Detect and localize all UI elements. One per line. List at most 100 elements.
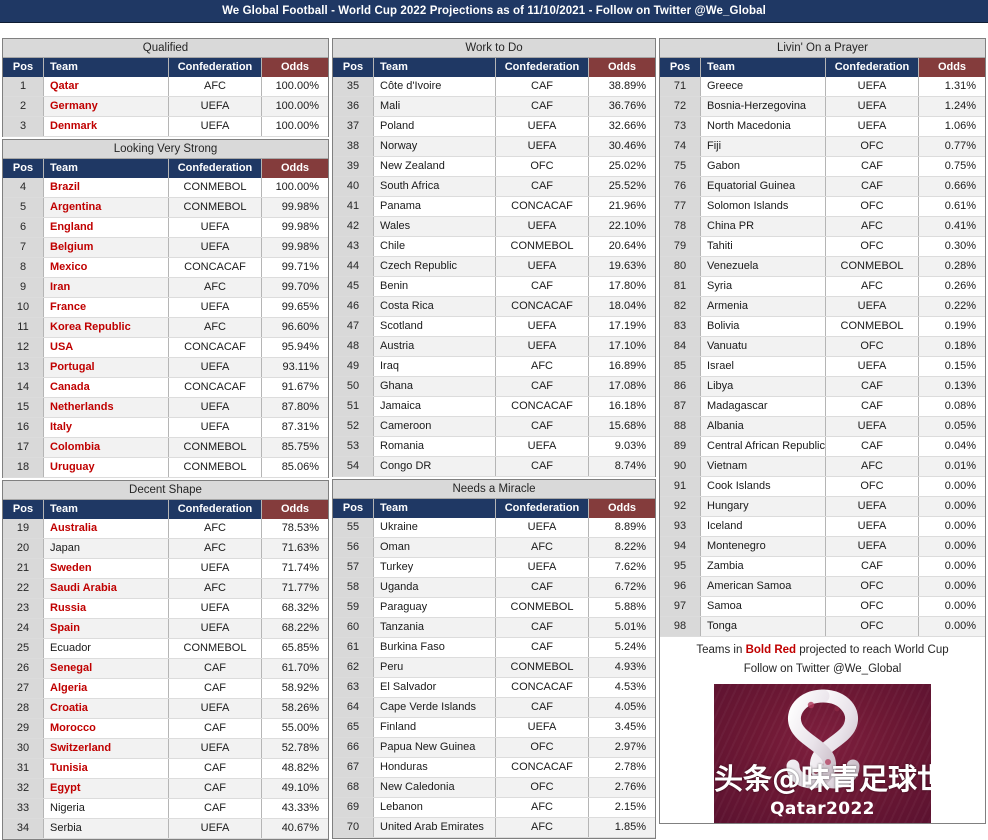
table-row[interactable]: 18 Uruguay CONMEBOL 85.06%	[3, 457, 328, 478]
table-row[interactable]: 29 Morocco CAF 55.00%	[3, 718, 328, 739]
table-row[interactable]: 91 Cook Islands OFC 0.00%	[660, 476, 985, 497]
col-header-pos[interactable]: Pos	[333, 499, 374, 518]
col-header-odds[interactable]: Odds	[261, 500, 328, 519]
table-row[interactable]: 31 Tunisia CAF 48.82%	[3, 758, 328, 779]
table-row[interactable]: 50 Ghana CAF 17.08%	[333, 376, 655, 397]
table-row[interactable]: 53 Romania UEFA 9.03%	[333, 436, 655, 457]
table-row[interactable]: 74 Fiji OFC 0.77%	[660, 136, 985, 157]
table-row[interactable]: 33 Nigeria CAF 43.33%	[3, 798, 328, 819]
table-row[interactable]: 75 Gabon CAF 0.75%	[660, 156, 985, 177]
table-row[interactable]: 22 Saudi Arabia AFC 71.77%	[3, 578, 328, 599]
table-row[interactable]: 63 El Salvador CONCACAF 4.53%	[333, 677, 655, 698]
table-row[interactable]: 79 Tahiti OFC 0.30%	[660, 236, 985, 257]
table-row[interactable]: 6 England UEFA 99.98%	[3, 217, 328, 238]
table-row[interactable]: 46 Costa Rica CONCACAF 18.04%	[333, 296, 655, 317]
col-header-pos[interactable]: Pos	[3, 159, 44, 178]
table-row[interactable]: 76 Equatorial Guinea CAF 0.66%	[660, 176, 985, 197]
table-row[interactable]: 68 New Caledonia OFC 2.76%	[333, 777, 655, 798]
table-row[interactable]: 95 Zambia CAF 0.00%	[660, 556, 985, 577]
table-row[interactable]: 35 Côte d'Ivoire CAF 38.89%	[333, 77, 655, 97]
table-row[interactable]: 32 Egypt CAF 49.10%	[3, 778, 328, 799]
col-header-odds[interactable]: Odds	[588, 58, 655, 77]
col-header-team[interactable]: Team	[700, 58, 826, 77]
col-header-pos[interactable]: Pos	[3, 58, 44, 77]
col-header-team[interactable]: Team	[43, 159, 169, 178]
col-header-team[interactable]: Team	[373, 58, 496, 77]
col-header-confederation[interactable]: Confederation	[495, 499, 589, 518]
table-row[interactable]: 83 Bolivia CONMEBOL 0.19%	[660, 316, 985, 337]
table-row[interactable]: 15 Netherlands UEFA 87.80%	[3, 397, 328, 418]
table-row[interactable]: 27 Algeria CAF 58.92%	[3, 678, 328, 699]
table-row[interactable]: 16 Italy UEFA 87.31%	[3, 417, 328, 438]
table-row[interactable]: 36 Mali CAF 36.76%	[333, 96, 655, 117]
table-row[interactable]: 73 North Macedonia UEFA 1.06%	[660, 116, 985, 137]
table-row[interactable]: 44 Czech Republic UEFA 19.63%	[333, 256, 655, 277]
col-header-team[interactable]: Team	[43, 500, 169, 519]
table-row[interactable]: 80 Venezuela CONMEBOL 0.28%	[660, 256, 985, 277]
table-row[interactable]: 85 Israel UEFA 0.15%	[660, 356, 985, 377]
col-header-confederation[interactable]: Confederation	[168, 500, 262, 519]
table-row[interactable]: 41 Panama CONCACAF 21.96%	[333, 196, 655, 217]
table-row[interactable]: 28 Croatia UEFA 58.26%	[3, 698, 328, 719]
table-row[interactable]: 88 Albania UEFA 0.05%	[660, 416, 985, 437]
table-row[interactable]: 48 Austria UEFA 17.10%	[333, 336, 655, 357]
col-header-confederation[interactable]: Confederation	[825, 58, 919, 77]
table-row[interactable]: 10 France UEFA 99.65%	[3, 297, 328, 318]
table-row[interactable]: 24 Spain UEFA 68.22%	[3, 618, 328, 639]
table-row[interactable]: 49 Iraq AFC 16.89%	[333, 356, 655, 377]
table-row[interactable]: 82 Armenia UEFA 0.22%	[660, 296, 985, 317]
col-header-odds[interactable]: Odds	[918, 58, 985, 77]
table-row[interactable]: 87 Madagascar CAF 0.08%	[660, 396, 985, 417]
table-row[interactable]: 77 Solomon Islands OFC 0.61%	[660, 196, 985, 217]
table-row[interactable]: 58 Uganda CAF 6.72%	[333, 577, 655, 598]
table-row[interactable]: 55 Ukraine UEFA 8.89%	[333, 518, 655, 538]
table-row[interactable]: 47 Scotland UEFA 17.19%	[333, 316, 655, 337]
table-row[interactable]: 61 Burkina Faso CAF 5.24%	[333, 637, 655, 658]
table-row[interactable]: 30 Switzerland UEFA 52.78%	[3, 738, 328, 759]
table-row[interactable]: 90 Vietnam AFC 0.01%	[660, 456, 985, 477]
table-row[interactable]: 4 Brazil CONMEBOL 100.00%	[3, 178, 328, 198]
table-row[interactable]: 26 Senegal CAF 61.70%	[3, 658, 328, 679]
table-row[interactable]: 21 Sweden UEFA 71.74%	[3, 558, 328, 579]
table-row[interactable]: 64 Cape Verde Islands CAF 4.05%	[333, 697, 655, 718]
table-row[interactable]: 13 Portugal UEFA 93.11%	[3, 357, 328, 378]
table-row[interactable]: 38 Norway UEFA 30.46%	[333, 136, 655, 157]
table-row[interactable]: 60 Tanzania CAF 5.01%	[333, 617, 655, 638]
table-row[interactable]: 17 Colombia CONMEBOL 85.75%	[3, 437, 328, 458]
col-header-team[interactable]: Team	[43, 58, 169, 77]
table-row[interactable]: 25 Ecuador CONMEBOL 65.85%	[3, 638, 328, 659]
table-row[interactable]: 2 Germany UEFA 100.00%	[3, 96, 328, 117]
table-row[interactable]: 71 Greece UEFA 1.31%	[660, 77, 985, 97]
col-header-team[interactable]: Team	[373, 499, 496, 518]
table-row[interactable]: 59 Paraguay CONMEBOL 5.88%	[333, 597, 655, 618]
table-row[interactable]: 89 Central African Republic CAF 0.04%	[660, 436, 985, 457]
col-header-pos[interactable]: Pos	[333, 58, 374, 77]
table-row[interactable]: 40 South Africa CAF 25.52%	[333, 176, 655, 197]
col-header-confederation[interactable]: Confederation	[168, 159, 262, 178]
col-header-confederation[interactable]: Confederation	[168, 58, 262, 77]
col-header-pos[interactable]: Pos	[660, 58, 701, 77]
table-row[interactable]: 81 Syria AFC 0.26%	[660, 276, 985, 297]
table-row[interactable]: 84 Vanuatu OFC 0.18%	[660, 336, 985, 357]
table-row[interactable]: 62 Peru CONMEBOL 4.93%	[333, 657, 655, 678]
table-row[interactable]: 42 Wales UEFA 22.10%	[333, 216, 655, 237]
table-row[interactable]: 52 Cameroon CAF 15.68%	[333, 416, 655, 437]
table-row[interactable]: 45 Benin CAF 17.80%	[333, 276, 655, 297]
table-row[interactable]: 14 Canada CONCACAF 91.67%	[3, 377, 328, 398]
table-row[interactable]: 66 Papua New Guinea OFC 2.97%	[333, 737, 655, 758]
table-row[interactable]: 93 Iceland UEFA 0.00%	[660, 516, 985, 537]
table-row[interactable]: 98 Tonga OFC 0.00%	[660, 616, 985, 637]
table-row[interactable]: 37 Poland UEFA 32.66%	[333, 116, 655, 137]
table-row[interactable]: 57 Turkey UEFA 7.62%	[333, 557, 655, 578]
col-header-pos[interactable]: Pos	[3, 500, 44, 519]
table-row[interactable]: 92 Hungary UEFA 0.00%	[660, 496, 985, 517]
table-row[interactable]: 43 Chile CONMEBOL 20.64%	[333, 236, 655, 257]
table-row[interactable]: 69 Lebanon AFC 2.15%	[333, 797, 655, 818]
table-row[interactable]: 65 Finland UEFA 3.45%	[333, 717, 655, 738]
table-row[interactable]: 12 USA CONCACAF 95.94%	[3, 337, 328, 358]
table-row[interactable]: 3 Denmark UEFA 100.00%	[3, 116, 328, 137]
table-row[interactable]: 96 American Samoa OFC 0.00%	[660, 576, 985, 597]
table-row[interactable]: 94 Montenegro UEFA 0.00%	[660, 536, 985, 557]
table-row[interactable]: 11 Korea Republic AFC 96.60%	[3, 317, 328, 338]
table-row[interactable]: 19 Australia AFC 78.53%	[3, 519, 328, 539]
